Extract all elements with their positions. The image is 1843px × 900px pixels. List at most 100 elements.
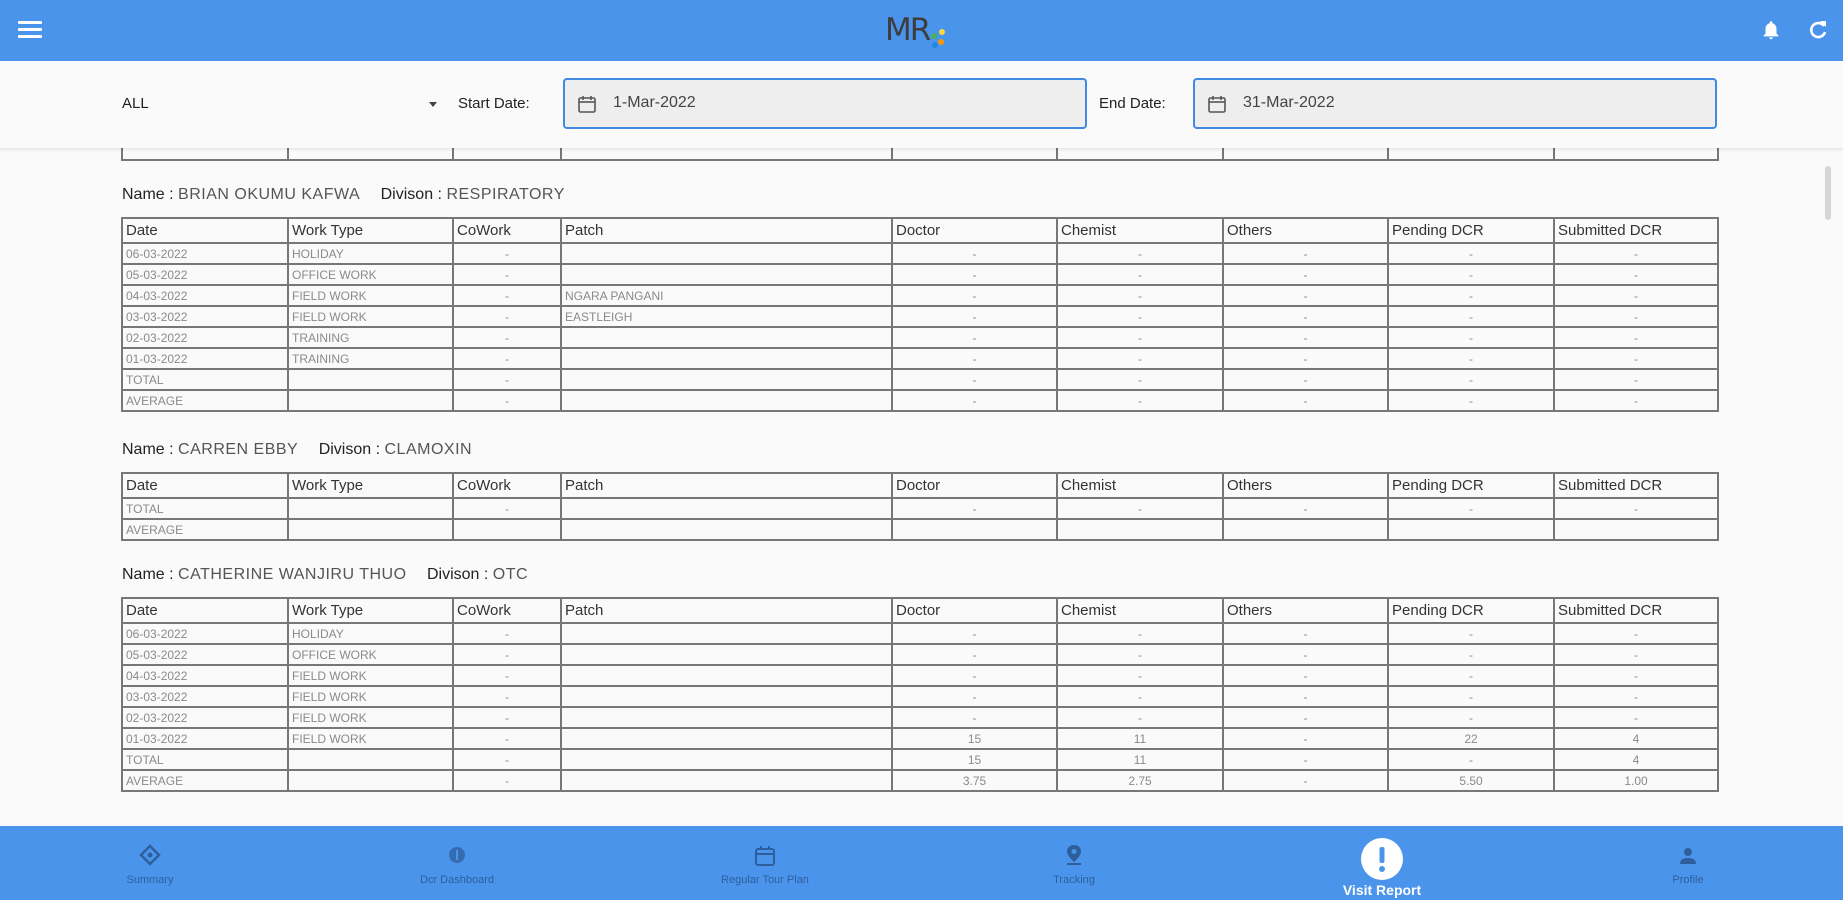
table-row: 03-03-2022 FIELD WORK - EASTLEIGH - - - - -	[121, 305, 1719, 328]
notification-bell-icon[interactable]	[1760, 18, 1782, 42]
table-cell: -	[1222, 706, 1389, 729]
table-cell: -	[1222, 769, 1389, 792]
column-header: Work Type	[287, 472, 454, 499]
nav-regular-tour-plan[interactable]: Regular Tour Plan	[690, 826, 840, 900]
table-row: 01-03-2022 TRAINING - - - - - -	[121, 347, 1719, 370]
column-header: Pending DCR	[1387, 472, 1555, 499]
table-cell: -	[1222, 326, 1389, 349]
table-cell: -	[1553, 643, 1719, 666]
division-label: Divison :	[380, 186, 442, 203]
table-cell: -	[452, 685, 562, 708]
name-label: Name :	[122, 566, 174, 583]
nav-visit-report[interactable]: Visit Report	[1322, 826, 1442, 900]
table-cell: -	[1387, 242, 1555, 265]
report-content[interactable]: Name : BRIAN OKUMU KAFWA Divison : RESPI…	[0, 148, 1843, 826]
table-cell: -	[891, 326, 1058, 349]
table-cell	[287, 769, 454, 792]
table-cell: EASTLEIGH	[560, 305, 893, 328]
column-header: Submitted DCR	[1553, 472, 1719, 499]
employee-name: CARREN EBBY	[178, 441, 299, 458]
scrollbar-thumb[interactable]	[1825, 166, 1831, 220]
table-cell: 15	[891, 748, 1058, 771]
table-cell: 02-03-2022	[121, 706, 289, 729]
table-cell: 11	[1056, 748, 1224, 771]
summary-icon	[139, 844, 161, 866]
previous-report-table-fragment	[121, 148, 1719, 161]
table-cell: -	[1222, 643, 1389, 666]
table-cell: TOTAL	[121, 368, 289, 391]
table-cell: AVERAGE	[121, 389, 289, 412]
nav-label: Dcr Dashboard	[420, 874, 494, 886]
table-cell: -	[1056, 664, 1224, 687]
table-cell: -	[891, 368, 1058, 391]
table-cell: FIELD WORK	[287, 706, 454, 729]
division-select[interactable]: ALL	[122, 95, 437, 115]
nav-label: Visit Report	[1342, 882, 1422, 898]
table-row: 05-03-2022 OFFICE WORK - - - - - -	[121, 263, 1719, 286]
division-label: Divison :	[426, 566, 489, 583]
app-logo: MR	[885, 10, 949, 50]
nav-summary[interactable]: Summary	[90, 826, 210, 900]
table-cell: 06-03-2022	[121, 242, 289, 265]
table-cell: AVERAGE	[121, 518, 289, 541]
table-cell: TOTAL	[121, 748, 289, 771]
table-cell: -	[1387, 643, 1555, 666]
employee-name: CATHERINE WANJIRU THUO	[178, 566, 407, 583]
table-cell	[560, 664, 893, 687]
table-cell: -	[1222, 622, 1389, 645]
column-header: Date	[121, 472, 289, 499]
table-cell: FIELD WORK	[287, 685, 454, 708]
table-row: 06-03-2022 HOLIDAY - - - - - -	[121, 622, 1719, 645]
name-label: Name :	[122, 441, 174, 458]
table-cell: -	[452, 748, 562, 771]
start-date-field[interactable]: 1-Mar-2022	[563, 78, 1087, 129]
table-cell: -	[1222, 497, 1389, 520]
table-cell	[891, 518, 1058, 541]
table-cell: -	[1222, 284, 1389, 307]
table-cell: 1.00	[1553, 769, 1719, 792]
table-cell: -	[1056, 643, 1224, 666]
table-cell	[287, 368, 454, 391]
table-cell: TOTAL	[121, 497, 289, 520]
hamburger-menu-icon[interactable]	[18, 21, 42, 39]
report-header-1: Name : CARREN EBBY Divison : CLAMOXIN	[122, 441, 472, 459]
table-cell: -	[452, 622, 562, 645]
table-cell: -	[891, 497, 1058, 520]
table-cell	[287, 518, 454, 541]
column-header: Pending DCR	[1387, 217, 1555, 244]
table-row: AVERAGE	[121, 518, 1719, 541]
table-cell: -	[1387, 305, 1555, 328]
table-cell: HOLIDAY	[287, 242, 454, 265]
table-cell: TRAINING	[287, 326, 454, 349]
division-name: CLAMOXIN	[384, 441, 473, 458]
table-cell: -	[1553, 347, 1719, 370]
calendar-icon	[1208, 96, 1226, 113]
table-cell: -	[1387, 263, 1555, 286]
nav-profile[interactable]: Profile	[1628, 826, 1748, 900]
table-cell: -	[1056, 326, 1224, 349]
column-header: Date	[121, 597, 289, 624]
table-cell	[560, 706, 893, 729]
table-cell: -	[452, 706, 562, 729]
table-row: 02-03-2022 TRAINING - - - - - -	[121, 326, 1719, 349]
division-select-value: ALL	[122, 95, 149, 112]
nav-label: Regular Tour Plan	[721, 874, 809, 886]
nav-tracking[interactable]: Tracking	[1014, 826, 1134, 900]
table-cell: -	[1222, 727, 1389, 750]
table-cell: -	[1222, 242, 1389, 265]
table-cell: -	[891, 305, 1058, 328]
nav-dcr-dashboard[interactable]: Dcr Dashboard	[397, 826, 517, 900]
table-cell: -	[1387, 326, 1555, 349]
table-row: 05-03-2022 OFFICE WORK - - - - - -	[121, 643, 1719, 666]
refresh-icon[interactable]	[1806, 18, 1830, 42]
table-cell: -	[1056, 347, 1224, 370]
table-cell: -	[1222, 368, 1389, 391]
table-header-row: Date Work Type CoWork Patch Doctor Chemist Oth…	[121, 472, 1719, 499]
table-cell: -	[1387, 685, 1555, 708]
table-row: 01-03-2022 FIELD WORK -15 11-22 4	[121, 727, 1719, 750]
table-cell: -	[1056, 284, 1224, 307]
alert-circle-icon	[1361, 838, 1403, 880]
table-cell: -	[1387, 748, 1555, 771]
end-date-field[interactable]: 31-Mar-2022	[1193, 78, 1717, 129]
table-cell: -	[1553, 497, 1719, 520]
